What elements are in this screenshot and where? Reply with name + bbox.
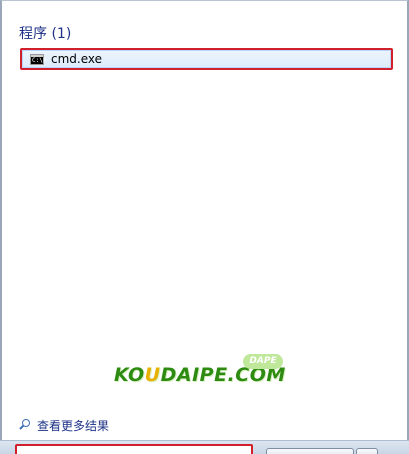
search-icon bbox=[19, 418, 33, 433]
watermark-logo: KOUDAIPE.COM DAPE bbox=[114, 354, 289, 392]
start-menu-search-results: 程序 (1) C:\> cmd.exe KOUDAIPE.COM DAPE 查看… bbox=[0, 0, 409, 454]
program-result-label: cmd.exe bbox=[51, 52, 103, 66]
shutdown-options-arrow[interactable] bbox=[356, 448, 378, 454]
watermark-badge: DAPE bbox=[243, 354, 283, 369]
search-input[interactable] bbox=[15, 444, 253, 454]
see-more-results-link[interactable]: 查看更多结果 bbox=[19, 417, 109, 434]
programs-section-header: 程序 (1) bbox=[19, 26, 72, 42]
shutdown-button[interactable] bbox=[266, 448, 354, 454]
program-result-cmd[interactable]: C:\> cmd.exe bbox=[20, 48, 393, 70]
see-more-results-label: 查看更多结果 bbox=[37, 419, 110, 433]
command-prompt-icon: C:\> bbox=[30, 53, 46, 65]
